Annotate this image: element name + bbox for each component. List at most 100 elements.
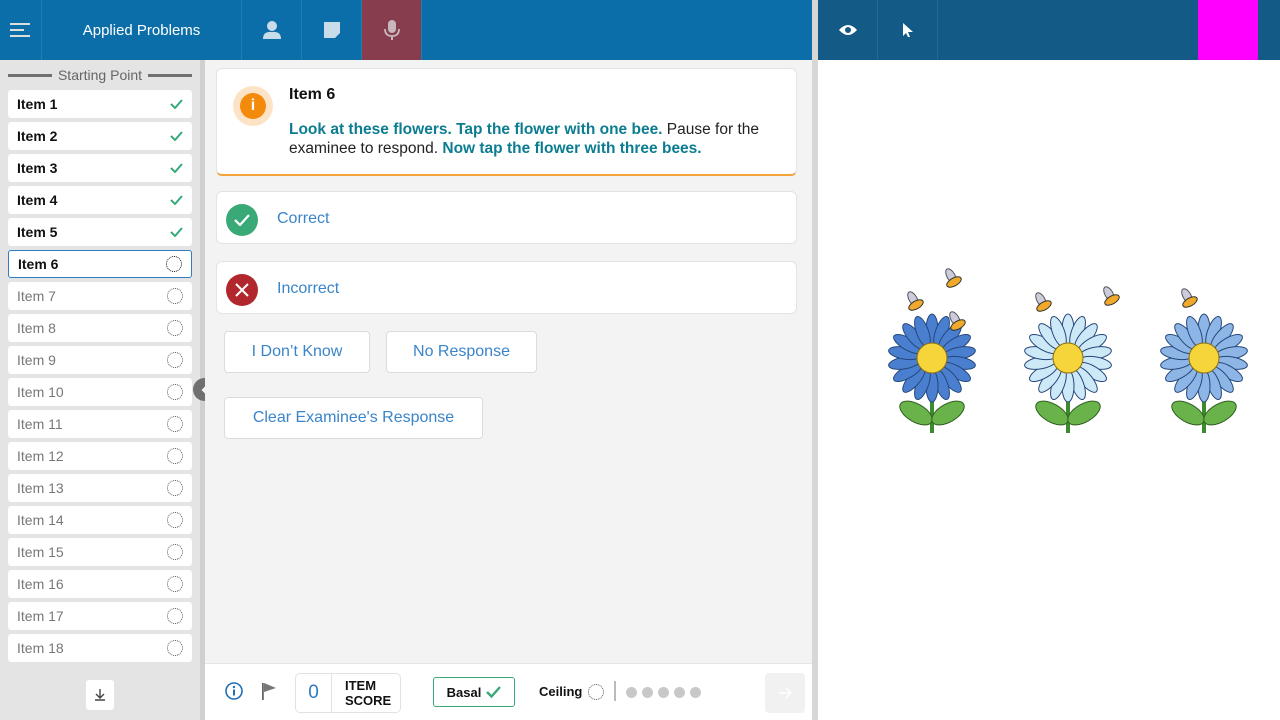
flag-icon[interactable] (261, 682, 277, 700)
sidebar-item[interactable]: Item 6 (8, 250, 192, 278)
basal-badge: Basal (433, 677, 515, 707)
item-title: Item 6 (289, 86, 336, 103)
check-icon (170, 99, 183, 109)
pointer-button[interactable] (878, 0, 938, 60)
item-sidebar: Starting Point Item 1 Item 2 Item 3 Item 4 I… (0, 60, 200, 720)
sidebar-item-label: Item 11 (17, 416, 63, 432)
ceiling-label: Ceiling (539, 684, 583, 699)
app-title: Applied Problems (42, 0, 242, 60)
score-label-2: SCORE (345, 693, 392, 708)
correct-option[interactable]: Correct (216, 191, 797, 244)
sidebar-item[interactable]: Item 3 (8, 154, 192, 182)
correct-label: Correct (277, 210, 330, 227)
sidebar-item[interactable]: Item 9 (8, 346, 192, 374)
sidebar-item[interactable]: Item 14 (8, 506, 192, 534)
item-score-box: 0 ITEM SCORE (295, 673, 401, 713)
pending-icon (167, 384, 183, 400)
sidebar-item[interactable]: Item 10 (8, 378, 192, 406)
clear-response-button[interactable]: Clear Examinee's Response (224, 397, 483, 439)
microphone-button[interactable] (362, 0, 422, 60)
sidebar-item-label: Item 8 (17, 320, 56, 336)
sidebar-item[interactable]: Item 4 (8, 186, 192, 214)
menu-button[interactable] (0, 0, 42, 60)
notes-button[interactable] (302, 0, 362, 60)
sidebar-item[interactable]: Item 11 (8, 410, 192, 438)
sidebar-item-label: Item 13 (17, 480, 64, 496)
flower-option[interactable] (888, 313, 977, 433)
bee-icon (1035, 292, 1052, 312)
person-icon (262, 21, 281, 39)
info-icon: i (233, 86, 273, 126)
top-toolbar: Applied Problems (0, 0, 812, 60)
pending-icon (167, 512, 183, 528)
sidebar-item-label: Item 14 (17, 512, 64, 528)
incorrect-option[interactable]: Incorrect (216, 261, 797, 314)
pending-icon (167, 576, 183, 592)
starting-point-label: Starting Point (57, 67, 143, 83)
sidebar-item[interactable]: Item 13 (8, 474, 192, 502)
sidebar-item[interactable]: Item 2 (8, 122, 192, 150)
check-icon (486, 686, 502, 698)
view-button[interactable] (818, 0, 878, 60)
sidebar-item-label: Item 1 (17, 96, 58, 112)
sidebar-item[interactable]: Item 15 (8, 538, 192, 566)
sidebar-item-label: Item 5 (17, 224, 58, 240)
bee-icon (945, 268, 962, 288)
basal-label: Basal (446, 684, 482, 700)
menu-icon (9, 23, 30, 37)
pending-icon (167, 416, 183, 432)
sidebar-item-label: Item 12 (17, 448, 64, 464)
check-icon (170, 131, 183, 141)
sidebar-item-label: Item 16 (17, 576, 64, 592)
examinee-button[interactable] (242, 0, 302, 60)
pending-icon (167, 640, 183, 656)
pending-icon (167, 480, 183, 496)
sidebar-item-label: Item 6 (18, 256, 59, 272)
sidebar-item-label: Item 2 (17, 128, 58, 144)
sidebar-item-label: Item 7 (17, 288, 56, 304)
microphone-icon (383, 20, 400, 40)
check-icon (170, 227, 183, 237)
sidebar-item[interactable]: Item 7 (8, 282, 192, 310)
info-icon[interactable] (225, 682, 243, 700)
sidebar-item[interactable]: Item 16 (8, 570, 192, 598)
note-icon (323, 22, 340, 38)
no-response-button[interactable]: No Response (386, 331, 537, 373)
sidebar-item-label: Item 9 (17, 352, 56, 368)
starting-point-divider: Starting Point (0, 60, 200, 90)
dont-know-button[interactable]: I Don’t Know (224, 331, 370, 373)
check-icon (170, 163, 183, 173)
sidebar-item[interactable]: Item 5 (8, 218, 192, 246)
incorrect-label: Incorrect (277, 280, 340, 297)
pending-icon (167, 352, 183, 368)
scroll-down-button[interactable] (86, 680, 114, 710)
stimulus-area (888, 268, 1249, 433)
pending-icon (167, 288, 183, 304)
sidebar-item-label: Item 10 (17, 384, 64, 400)
arrow-right-icon (779, 687, 792, 699)
instruction-bold-1: Look at these flowers. Tap the flower wi… (289, 121, 663, 138)
cursor-icon (902, 23, 913, 37)
pending-icon (167, 320, 183, 336)
flower-option[interactable] (1024, 313, 1113, 433)
footer-bar: 0 ITEM SCORE Basal Ceiling (205, 663, 812, 720)
next-item-button[interactable] (765, 673, 805, 713)
sidebar-item-label: Item 3 (17, 160, 58, 176)
sidebar-item-label: Item 15 (17, 544, 64, 560)
sidebar-item[interactable]: Item 17 (8, 602, 192, 630)
score-label-1: ITEM (345, 678, 377, 693)
check-circle-icon (226, 204, 258, 236)
sidebar-item[interactable]: Item 18 (8, 634, 192, 662)
download-arrow-icon (95, 689, 105, 701)
separator (614, 681, 616, 701)
status-marker (1198, 0, 1258, 60)
sidebar-item[interactable]: Item 12 (8, 442, 192, 470)
flower-option[interactable] (1160, 313, 1249, 433)
sidebar-item-label: Item 4 (17, 192, 58, 208)
x-circle-icon (226, 274, 258, 306)
instruction-bold-2: Now tap the flower with three bees. (442, 140, 702, 157)
sidebar-item[interactable]: Item 1 (8, 90, 192, 118)
sidebar-item[interactable]: Item 8 (8, 314, 192, 342)
eye-icon (838, 25, 857, 35)
sidebar-item-label: Item 17 (17, 608, 64, 624)
